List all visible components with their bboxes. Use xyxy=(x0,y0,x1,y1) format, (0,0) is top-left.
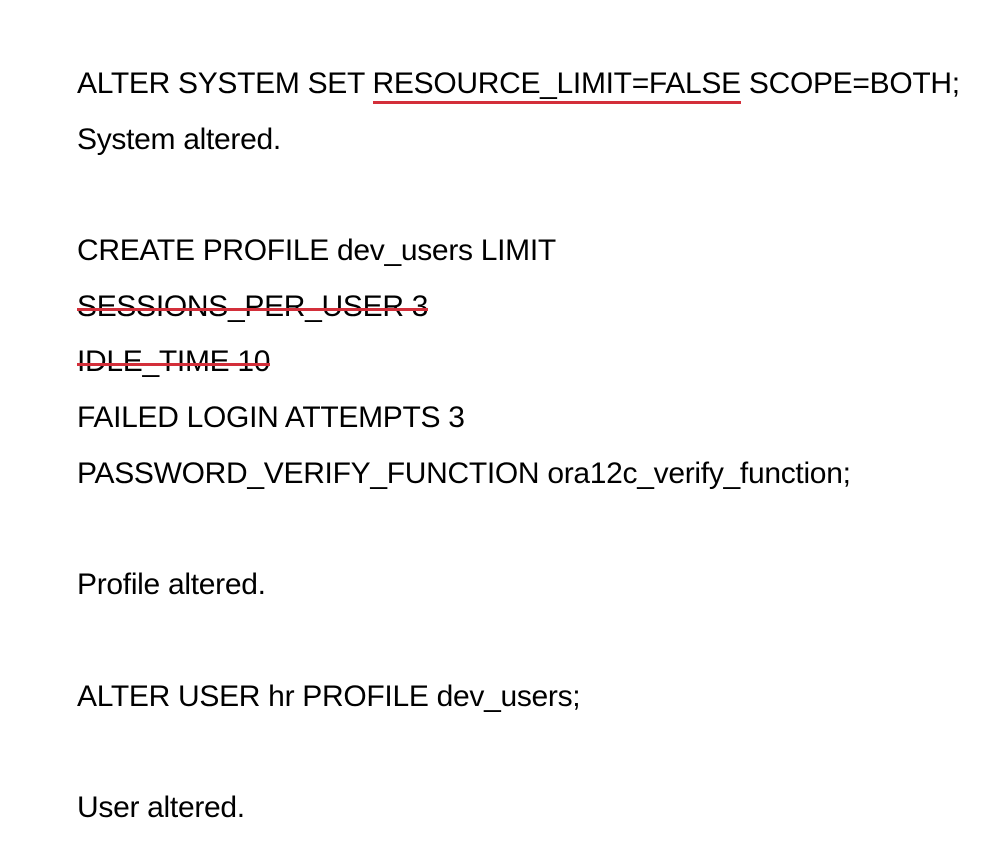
user-altered-output: User altered. xyxy=(77,790,245,824)
document-body: ALTER SYSTEM SET RESOURCE_LIMIT=FALSE SC… xyxy=(77,56,992,836)
alter-system-prefix: ALTER SYSTEM SET xyxy=(77,67,373,100)
struck-sessions-per-user: SESSIONS_PER_USER 3 xyxy=(77,279,428,335)
sessions-per-user-line: SESSIONS_PER_USER 3 xyxy=(77,279,992,335)
alter-user-line: ALTER USER hr PROFILE dev_users; xyxy=(77,679,581,713)
create-profile-line: CREATE PROFILE dev_users LIMIT xyxy=(77,234,556,268)
underlined-resource-limit: RESOURCE_LIMIT=FALSE xyxy=(372,56,741,112)
sql-alter-system-line: ALTER SYSTEM SET RESOURCE_LIMIT=FALSE SC… xyxy=(77,56,992,112)
alter-system-suffix: SCOPE=BOTH; xyxy=(740,67,960,100)
system-altered-output: System altered. xyxy=(77,122,281,156)
failed-login-attempts-line: FAILED LOGIN ATTEMPTS 3 xyxy=(77,401,465,435)
password-verify-function-line: PASSWORD_VERIFY_FUNCTION ora12c_verify_f… xyxy=(77,456,851,490)
idle-time-line: IDLE_TIME 10 xyxy=(77,334,992,390)
profile-altered-output: Profile altered. xyxy=(77,568,266,602)
struck-idle-time: IDLE_TIME 10 xyxy=(77,334,270,390)
